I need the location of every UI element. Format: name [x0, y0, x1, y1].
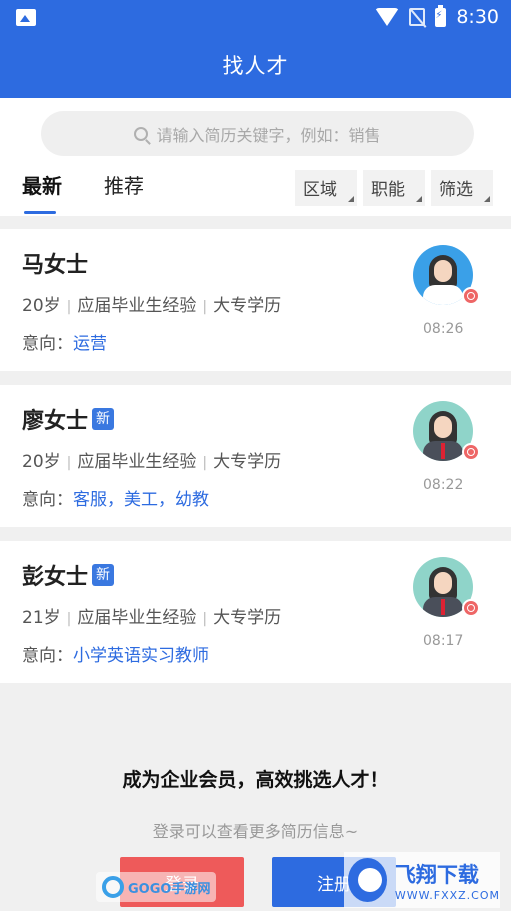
candidate-name-row: 廖女士 新: [22, 403, 115, 435]
candidate-education: 大专学历: [213, 452, 282, 472]
filter-function[interactable]: 职能: [363, 170, 425, 206]
watermark-icon: [348, 858, 387, 902]
battery-charging-icon: [435, 4, 447, 27]
candidate-age: 21岁: [22, 608, 61, 628]
new-badge: 新: [92, 564, 115, 586]
dropdown-corner-icon: [416, 196, 422, 202]
filter-screen[interactable]: 筛选: [431, 170, 493, 206]
intent-value: 客服，美工，幼教: [73, 490, 209, 510]
candidate-info: 21岁 | 应届毕业生经验 | 大专学历: [22, 603, 281, 628]
new-badge: 新: [92, 408, 115, 430]
status-icons: 8:30: [375, 4, 499, 28]
promo-title: 成为企业会员，高效挑选人才！: [122, 769, 389, 791]
membership-promo: 成为企业会员，高效挑选人才！ 登录可以查看更多简历信息~: [0, 765, 511, 842]
candidate-name-row: 彭女士 新: [22, 559, 115, 591]
candidate-education: 大专学历: [213, 608, 282, 628]
active-tab-indicator: [24, 211, 56, 214]
candidate-card[interactable]: 彭女士 新 21岁 | 应届毕业生经验 | 大专学历 意向：小学英语实习教师 08:17: [0, 541, 511, 683]
divider: |: [66, 455, 72, 471]
search-input[interactable]: 请输入简历关键字，例如：销售: [41, 111, 474, 156]
watermark-title: 飞翔下载: [394, 862, 479, 887]
search-icon: [134, 126, 149, 141]
divider: |: [202, 611, 208, 627]
watermark-url: WWW.FXXZ.COM: [394, 888, 500, 902]
candidate-age: 20岁: [22, 452, 61, 472]
candidate-name: 马女士: [22, 253, 89, 278]
intent-value: 小学英语实习教师: [73, 646, 209, 666]
search-placeholder: 请输入简历关键字，例如：销售: [156, 125, 381, 145]
candidate-education: 大专学历: [213, 296, 282, 316]
search-badge-icon: [462, 287, 480, 305]
candidate-name: 廖女士: [22, 409, 89, 434]
search-badge-icon: [462, 443, 480, 461]
filter-region[interactable]: 区域: [295, 170, 357, 206]
candidate-experience: 应届毕业生经验: [77, 296, 197, 316]
divider: |: [202, 299, 208, 315]
candidate-experience: 应届毕业生经验: [77, 452, 197, 472]
dropdown-corner-icon: [348, 196, 354, 202]
intent-label: 意向：: [22, 334, 73, 354]
dropdown-corner-icon: [484, 196, 490, 202]
divider: |: [66, 299, 72, 315]
filter-region-label: 区域: [303, 180, 337, 200]
intent-label: 意向：: [22, 646, 73, 666]
filter-function-label: 职能: [371, 180, 405, 200]
page-title: 找人才: [0, 36, 511, 98]
candidate-intent: 意向：运营: [22, 329, 107, 354]
wifi-icon: [375, 8, 400, 26]
promo-subtitle: 登录可以查看更多简历信息~: [152, 822, 359, 841]
candidate-experience: 应届毕业生经验: [77, 608, 197, 628]
watermark-icon: [102, 876, 124, 898]
status-time: 8:30: [456, 6, 499, 28]
candidate-info: 20岁 | 应届毕业生经验 | 大专学历: [22, 447, 281, 472]
candidate-card[interactable]: 马女士 20岁 | 应届毕业生经验 | 大专学历 意向：运营 08:26: [0, 229, 511, 371]
candidate-intent: 意向：客服，美工，幼教: [22, 485, 209, 510]
no-sim-icon: [409, 8, 426, 26]
candidate-time: 08:17: [423, 633, 464, 649]
candidate-intent: 意向：小学英语实习教师: [22, 641, 209, 666]
watermark-logo-right: 飞翔下载 WWW.FXXZ.COM: [344, 852, 500, 908]
tab-recommended[interactable]: 推荐: [104, 170, 144, 199]
candidate-info: 20岁 | 应届毕业生经验 | 大专学历: [22, 291, 281, 316]
divider: |: [66, 611, 72, 627]
gallery-icon: [16, 9, 36, 26]
candidate-card[interactable]: 廖女士 新 20岁 | 应届毕业生经验 | 大专学历 意向：客服，美工，幼教 08:22: [0, 385, 511, 527]
candidate-name-row: 马女士: [22, 247, 88, 279]
intent-value: 运营: [73, 334, 107, 354]
tab-latest[interactable]: 最新: [22, 170, 62, 199]
intent-label: 意向：: [22, 490, 73, 510]
search-badge-icon: [462, 599, 480, 617]
watermark-logo-left: GOGO手游网: [96, 872, 217, 902]
divider: |: [202, 455, 208, 471]
filter-screen-label: 筛选: [439, 180, 473, 200]
watermark-text: GOGO手游网: [128, 881, 211, 897]
candidate-age: 20岁: [22, 296, 61, 316]
candidate-name: 彭女士: [22, 565, 89, 590]
candidate-time: 08:22: [423, 477, 464, 493]
watermark-text: 飞翔下载 WWW.FXXZ.COM: [395, 859, 500, 902]
status-bar: 8:30: [0, 0, 511, 36]
candidate-time: 08:26: [423, 321, 464, 337]
